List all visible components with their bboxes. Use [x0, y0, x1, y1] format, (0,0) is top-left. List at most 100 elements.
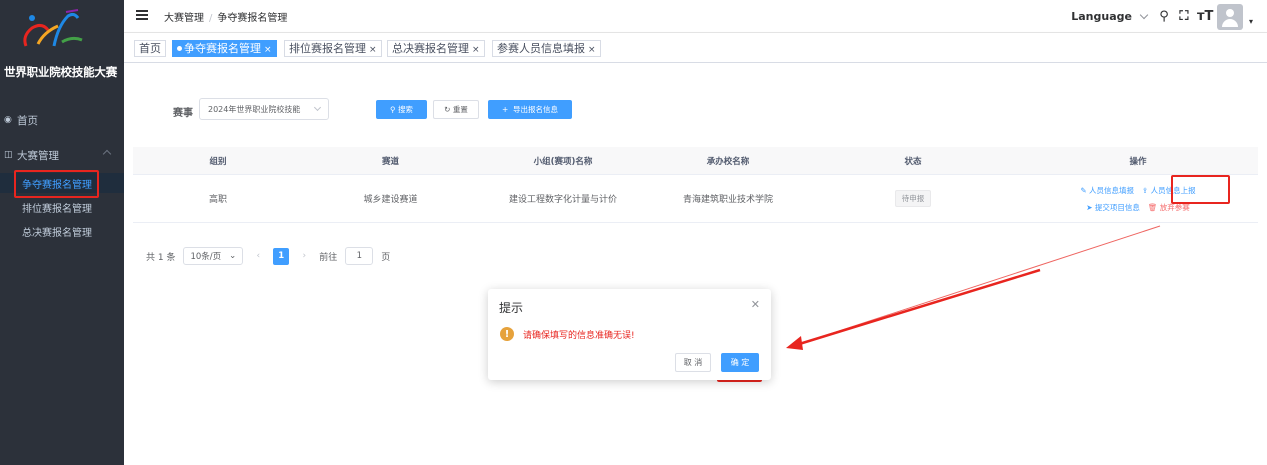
chevron-down-icon: ⌄ [229, 251, 237, 261]
sidebar-item-contest-signup[interactable]: 争夺赛报名管理 [0, 173, 124, 193]
tag-participant-info[interactable]: 参赛人员信息填报 × [492, 40, 601, 57]
column-header: 赛道 [381, 156, 399, 167]
menu-group-contest[interactable]: ◫ 大赛管理 [0, 144, 124, 166]
book-icon: ◫ [4, 150, 13, 160]
cell-ops: ✎ 人员信息填报 ⇪ 人员信息上报 ➤ 提交项目信息 🗑︎ 放弃参赛 [1018, 175, 1258, 222]
sidebar-item-final-signup[interactable]: 总决赛报名管理 [0, 221, 124, 241]
search-icon[interactable]: ⚲ [1157, 9, 1171, 24]
send-icon: ➤ [1086, 202, 1095, 212]
chevron-down-icon [1139, 10, 1149, 20]
delete-icon: 🗑︎ [1147, 202, 1160, 212]
active-dot-icon [177, 45, 182, 51]
tag-final-signup[interactable]: 总决赛报名管理 × [387, 40, 485, 57]
column-header: 组别 [209, 156, 227, 167]
search-button[interactable]: ⚲ 搜索 [376, 100, 427, 119]
chevron-up-icon [102, 149, 112, 159]
column-header: 小组(赛项)名称 [533, 156, 593, 167]
tag-label: 总决赛报名管理 [392, 42, 469, 55]
tag-label: 首页 [139, 42, 161, 55]
column-header: 操作 [1129, 156, 1147, 167]
reset-button[interactable]: ↻ 重置 [433, 100, 479, 119]
main-content: 赛事 2024年世界职业院校技能 ⚲ 搜索 ↻ 重置 + 导出报名信息 组别 赛… [124, 63, 1267, 465]
avatar[interactable] [1216, 3, 1243, 30]
filter-label: 赛事 [173, 108, 193, 119]
cell-track: 城乡建设赛道 [363, 195, 418, 205]
close-icon[interactable]: ✕ [751, 298, 760, 311]
button-label: 重置 [452, 105, 468, 114]
page-size-select[interactable]: 10条/页 ⌄ [183, 247, 244, 265]
button-label: 搜索 [397, 105, 413, 114]
hamburger-icon[interactable] [136, 10, 148, 20]
chevron-down-icon [313, 103, 322, 112]
fill-info-link[interactable]: ✎ 人员信息填报 [1080, 185, 1134, 196]
language-selector[interactable]: Language [1071, 10, 1132, 23]
navbar-right: Language ⚲ ⛶ ᴛT ▾ [1071, 0, 1253, 33]
fullscreen-icon[interactable]: ⛶ [1177, 9, 1191, 24]
sidebar-item-ranking-signup[interactable]: 排位赛报名管理 [0, 197, 124, 217]
select-value: 2024年世界职业院校技能 [208, 105, 301, 114]
cell-school: 青海建筑职业技术学院 [682, 195, 773, 205]
refresh-icon: ↻ [444, 105, 453, 114]
dashboard-icon: ◉ [4, 115, 12, 125]
close-icon[interactable]: × [472, 45, 480, 55]
tags-view: 首页 争夺赛报名管理 × 排位赛报名管理 × 总决赛报名管理 × 参赛人员信息填报 × [124, 33, 1267, 63]
page-size-value: 10条/页 [190, 252, 222, 262]
menu-item-label: 首页 [17, 114, 38, 127]
breadcrumb: 大赛管理 / 争夺赛报名管理 [164, 13, 288, 24]
status-badge: 待申报 [894, 190, 932, 207]
tag-contest-signup[interactable]: 争夺赛报名管理 × [172, 40, 277, 57]
close-icon[interactable]: × [588, 45, 596, 55]
tag-ranking-signup[interactable]: 排位赛报名管理 × [284, 40, 382, 57]
cell-status: 待申报 [808, 175, 1018, 222]
op-label: 放弃参赛 [1159, 202, 1190, 212]
dialog-title: 提示 [499, 301, 524, 315]
table-header: 组别 赛道 小组(赛项)名称 承办校名称 状态 操作 [133, 147, 1258, 175]
tag-home[interactable]: 首页 [134, 40, 166, 57]
logo [23, 9, 83, 47]
brand-title: 世界职业院校技能大赛 [4, 65, 117, 79]
confirm-dialog: 提示 ✕ ! 请确保填写的信息准确无误! 取 消 确 定 [488, 289, 771, 380]
goto-input[interactable]: 1 [345, 247, 374, 265]
page-number[interactable]: 1 [273, 247, 290, 265]
edit-icon: ✎ [1080, 185, 1089, 195]
button-label: 导出报名信息 [513, 105, 559, 114]
prev-page-icon[interactable]: ‹ [251, 251, 265, 261]
cancel-button[interactable]: 取 消 [675, 353, 711, 372]
close-icon[interactable]: × [264, 45, 272, 55]
column-header: 承办校名称 [706, 156, 750, 167]
tag-label: 争夺赛报名管理 [184, 42, 261, 55]
menu-group-label: 大赛管理 [17, 149, 59, 162]
plus-icon: + [501, 105, 514, 114]
caret-down-icon[interactable]: ▾ [1249, 17, 1253, 26]
confirm-button[interactable]: 确 定 [721, 353, 759, 372]
column-header: 状态 [904, 156, 922, 167]
event-select[interactable]: 2024年世界职业院校技能 [199, 98, 329, 120]
cell-event: 建设工程数字化计量与计价 [508, 195, 617, 205]
abandon-link[interactable]: 🗑︎ 放弃参赛 [1148, 202, 1190, 213]
sidebar: 世界职业院校技能大赛 ◉ 首页 ◫ 大赛管理 争夺赛报名管理 排位赛报名管理 总… [0, 0, 124, 465]
upload-icon: ⇪ [1142, 185, 1151, 195]
table-row: 高职 城乡建设赛道 建设工程数字化计量与计价 青海建筑职业技术学院 待申报 ✎ … [133, 175, 1258, 223]
signup-table: 组别 赛道 小组(赛项)名称 承办校名称 状态 操作 高职 城乡建设赛道 建设工… [133, 147, 1258, 223]
search-icon: ⚲ [390, 105, 398, 114]
tag-label: 参赛人员信息填报 [497, 42, 585, 55]
export-button[interactable]: + 导出报名信息 [488, 100, 572, 119]
menu-item-home[interactable]: ◉ 首页 [0, 109, 124, 131]
close-icon[interactable]: × [369, 45, 377, 55]
warning-icon: ! [500, 327, 514, 341]
submit-project-link[interactable]: ➤ 提交项目信息 [1086, 202, 1140, 213]
upload-info-link[interactable]: ⇪ 人员信息上报 [1142, 185, 1196, 196]
navbar: 大赛管理 / 争夺赛报名管理 Language ⚲ ⛶ ᴛT ▾ [124, 0, 1267, 33]
next-page-icon[interactable]: › [297, 251, 311, 261]
page-suffix: 页 [381, 252, 391, 263]
op-label: 提交项目信息 [1094, 202, 1140, 212]
cell-group: 高职 [208, 195, 227, 205]
tag-label: 排位赛报名管理 [289, 42, 366, 55]
op-label: 人员信息填报 [1089, 185, 1134, 195]
dialog-message: 请确保填写的信息准确无误! [523, 331, 635, 341]
pagination: 共 1 条 10条/页 ⌄ ‹ 1 › 前往 1 页 [146, 247, 390, 265]
breadcrumb-item[interactable]: 大赛管理 [164, 13, 204, 24]
font-size-icon[interactable]: ᴛT [1197, 9, 1213, 24]
breadcrumb-current: 争夺赛报名管理 [217, 13, 288, 24]
op-label: 人员信息上报 [1150, 185, 1196, 195]
